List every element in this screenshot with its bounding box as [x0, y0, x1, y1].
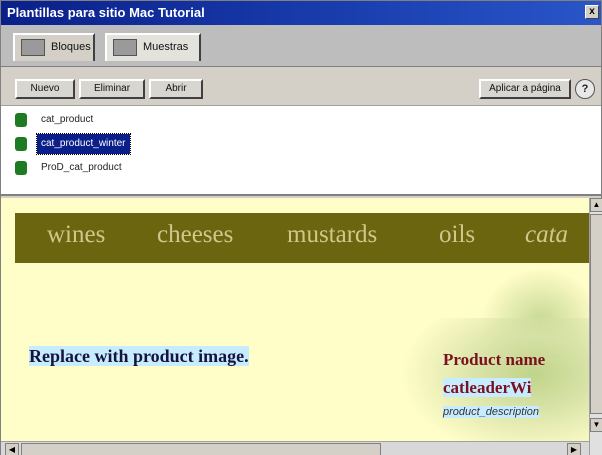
horizontal-scrollbar[interactable]: ◀ ▶ [1, 441, 589, 455]
scroll-down-arrow-icon[interactable]: ▼ [590, 418, 602, 432]
vertical-scrollbar[interactable]: ▲ ▼ [589, 198, 602, 455]
product-description-text: product_description [443, 406, 540, 418]
product-name: Product name [443, 350, 546, 369]
tab-blocks-label: Bloques [51, 41, 91, 53]
apply-button[interactable]: Aplicar a página [479, 79, 571, 99]
samples-icon [113, 39, 137, 56]
nav-item-cata[interactable]: cata [525, 221, 568, 249]
edit-button[interactable]: Abrir [149, 79, 203, 99]
close-button[interactable]: x [585, 5, 599, 19]
template-icon [15, 137, 27, 151]
template-preview: wines cheeses mustards oils cata Replace… [1, 198, 589, 455]
tab-samples[interactable]: Muestras [105, 33, 201, 61]
preview-nav-bar: wines cheeses mustards oils cata [15, 213, 589, 263]
template-icon [15, 113, 27, 127]
title-bar[interactable]: Plantillas para sitio Mac Tutorial x [1, 1, 601, 25]
list-item[interactable]: ProD_cat_product [11, 158, 126, 178]
vertical-scroll-thumb[interactable] [590, 214, 602, 414]
tab-blocks[interactable]: Bloques [13, 33, 95, 61]
toolbar: Nuevo Eliminar Abrir Aplicar a página ? [1, 68, 601, 106]
nav-item-wines[interactable]: wines [47, 221, 105, 249]
list-item[interactable]: cat_product [11, 110, 97, 130]
scroll-left-arrow-icon[interactable]: ◀ [5, 443, 19, 455]
template-icon [15, 161, 27, 175]
template-list: cat_product cat_product_winter ProD_cat_… [1, 106, 601, 196]
product-image-text: Replace with product image. [29, 346, 249, 366]
delete-button[interactable]: Eliminar [79, 79, 145, 99]
list-item-label: cat_product_winter [36, 133, 131, 155]
new-button[interactable]: Nuevo [15, 79, 75, 99]
help-button[interactable]: ? [575, 79, 595, 99]
nav-item-cheeses[interactable]: cheeses [157, 221, 233, 249]
tab-bar: Bloques Muestras [1, 25, 601, 67]
horizontal-scroll-thumb[interactable] [21, 443, 381, 455]
product-description: product_description [443, 406, 540, 418]
scroll-right-arrow-icon[interactable]: ▶ [567, 443, 581, 455]
scroll-up-arrow-icon[interactable]: ▲ [590, 198, 602, 212]
templates-window: Plantillas para sitio Mac Tutorial x Blo… [0, 0, 602, 455]
cat-leader-text: catleaderWi [443, 378, 532, 397]
list-item[interactable]: cat_product_winter [11, 133, 131, 155]
nav-item-mustards[interactable]: mustards [287, 221, 377, 249]
list-item-label: ProD_cat_product [41, 162, 122, 173]
list-item-label: cat_product [41, 114, 94, 125]
tab-samples-label: Muestras [143, 41, 189, 53]
cat-leader: catleaderWi [443, 378, 532, 398]
window-title: Plantillas para sitio Mac Tutorial [7, 5, 205, 20]
blocks-icon [21, 39, 45, 56]
nav-item-oils[interactable]: oils [439, 221, 475, 249]
product-image-placeholder: Replace with product image. [29, 343, 269, 369]
